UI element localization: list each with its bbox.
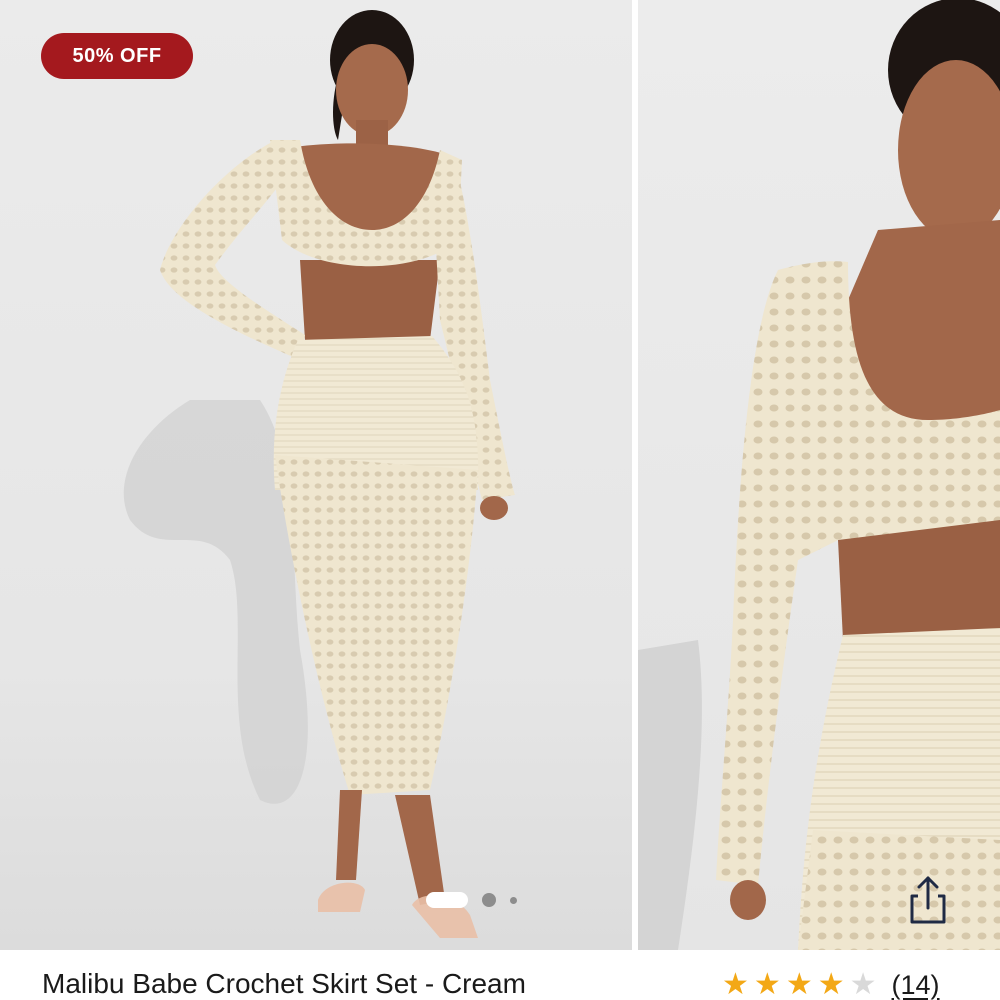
star-icon: ★ xyxy=(849,967,877,1000)
image-pager[interactable] xyxy=(426,890,517,910)
product-rating[interactable]: ★ ★ ★ ★ ★ (14) xyxy=(722,968,940,1000)
star-icon: ★ xyxy=(722,967,749,1000)
model-illustration-closeup xyxy=(638,0,1000,950)
model-illustration-full xyxy=(123,10,515,938)
product-title[interactable]: Malibu Babe Crochet Skirt Set - Cream xyxy=(42,968,526,1000)
product-photo-secondary[interactable] xyxy=(638,0,1000,950)
star-icon: ★ xyxy=(785,967,813,1000)
pager-dot-small[interactable] xyxy=(510,896,517,904)
pager-dot[interactable] xyxy=(482,893,496,907)
pager-dot-active[interactable] xyxy=(426,892,468,908)
discount-badge: 50% OFF xyxy=(41,33,193,79)
star-icon: ★ xyxy=(753,967,781,1000)
star-icon: ★ xyxy=(817,967,845,1000)
review-count-link[interactable]: (14) xyxy=(892,970,940,1000)
product-photo-main[interactable]: 50% OFF xyxy=(0,0,632,950)
product-image-gallery[interactable]: 50% OFF xyxy=(0,0,1000,950)
share-icon[interactable] xyxy=(898,870,958,930)
